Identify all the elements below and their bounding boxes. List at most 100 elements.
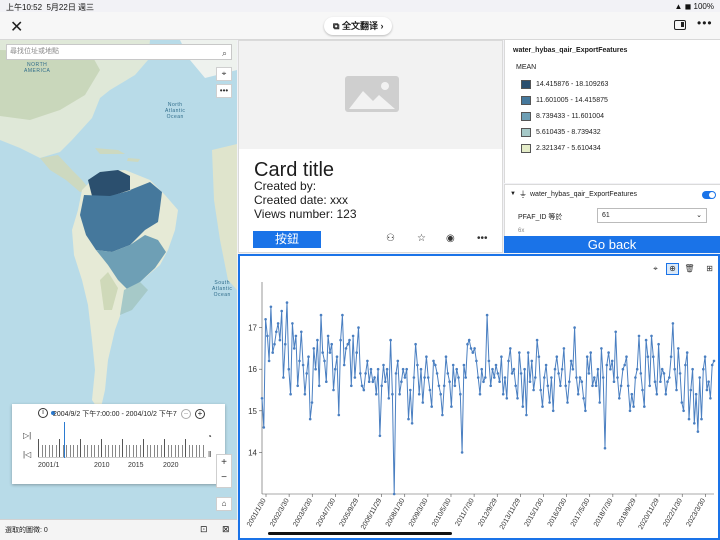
data-point bbox=[469, 347, 473, 350]
step-back-icon[interactable]: |◁ bbox=[23, 450, 31, 459]
search-input[interactable]: 尋找位址或地點 ⌕ bbox=[6, 44, 232, 60]
data-point bbox=[480, 367, 483, 371]
data-point bbox=[591, 384, 594, 388]
sidebar-toggle-icon[interactable] bbox=[674, 20, 686, 30]
data-point bbox=[494, 363, 498, 367]
data-point bbox=[426, 376, 430, 379]
line-chart[interactable]: 14 15 16 17 2001/1/30 2002/3/30 2003/5/30 2004/… bbox=[240, 256, 718, 538]
x-tick-label: 2012/9/29 bbox=[477, 497, 499, 528]
select-tool-icon[interactable]: ⌖ bbox=[216, 67, 232, 81]
data-point bbox=[310, 401, 314, 404]
time-tick bbox=[143, 439, 144, 457]
data-point bbox=[285, 301, 289, 304]
data-point bbox=[687, 417, 691, 421]
data-point bbox=[537, 355, 541, 358]
time-slider-track[interactable] bbox=[38, 422, 206, 458]
favorite-star-icon[interactable]: ☆ bbox=[417, 233, 426, 244]
chart-zoom-icon[interactable]: ⊕ bbox=[666, 263, 679, 275]
view-icon[interactable]: ◉ bbox=[446, 233, 455, 244]
filter-toggle[interactable] bbox=[702, 191, 716, 199]
time-tick bbox=[115, 445, 116, 457]
time-tick bbox=[188, 445, 190, 457]
data-point bbox=[553, 367, 557, 371]
data-point bbox=[609, 367, 612, 371]
search-icon[interactable]: ⌕ bbox=[222, 46, 227, 60]
step-forward-icon[interactable]: ▷| bbox=[23, 431, 31, 440]
data-point bbox=[335, 355, 339, 358]
filter-value-select[interactable]: 61 ⌄ bbox=[597, 208, 707, 223]
data-point bbox=[487, 359, 491, 363]
map-label-south-atlantic: South Atlantic Ocean bbox=[212, 280, 233, 298]
play-pause-icon[interactable]: ‖ bbox=[208, 450, 211, 459]
time-slider[interactable]: i 2004/9/2 下午7:00:00 - 2004/10/2 下午7 − +… bbox=[12, 404, 225, 484]
translate-button[interactable]: ⧉ 全文翻译 › bbox=[324, 17, 393, 35]
data-point bbox=[398, 392, 401, 396]
data-point bbox=[387, 397, 391, 400]
data-point bbox=[560, 367, 564, 371]
time-tick bbox=[73, 445, 74, 457]
time-tick bbox=[118, 445, 120, 457]
card-more-icon[interactable]: ••• bbox=[477, 233, 488, 244]
data-point bbox=[518, 351, 521, 354]
data-point bbox=[460, 451, 464, 454]
time-tick bbox=[146, 445, 148, 457]
data-point bbox=[712, 359, 716, 363]
playback-speed-icon[interactable]: ◔ bbox=[207, 432, 212, 441]
card-action-button[interactable]: 按鈕 bbox=[253, 231, 321, 248]
zoom-in-button[interactable]: + bbox=[217, 455, 231, 470]
info-icon[interactable]: i bbox=[38, 408, 48, 418]
data-point bbox=[305, 372, 308, 375]
time-slider-thumb[interactable] bbox=[64, 422, 65, 458]
data-point bbox=[430, 405, 433, 408]
legend-field-name: MEAN bbox=[516, 64, 537, 71]
data-point bbox=[653, 380, 657, 383]
data-point bbox=[485, 313, 489, 317]
data-point bbox=[375, 392, 378, 396]
zoom-to-selection-icon[interactable]: ⊡ bbox=[200, 524, 208, 535]
close-button[interactable]: ✕ bbox=[10, 17, 23, 37]
map-view[interactable]: 尋找位址或地點 ⌕ NORTH AMERICA North Atlantic O… bbox=[0, 40, 237, 519]
zoom-out-button[interactable]: − bbox=[217, 470, 231, 485]
data-point bbox=[539, 388, 542, 392]
data-point bbox=[260, 397, 264, 400]
data-point bbox=[601, 376, 605, 379]
data-point bbox=[493, 376, 496, 379]
y-tick-label: 17 bbox=[248, 324, 257, 333]
map-more-button[interactable]: ••• bbox=[216, 84, 232, 98]
user-icon[interactable]: ⚇ bbox=[386, 233, 395, 244]
data-point bbox=[505, 397, 509, 400]
data-point bbox=[628, 409, 632, 413]
chart-select-icon[interactable]: ⌖ bbox=[649, 263, 662, 275]
go-back-button[interactable]: Go back bbox=[504, 236, 720, 253]
data-point bbox=[625, 355, 628, 358]
more-options-button[interactable]: ••• bbox=[697, 16, 713, 30]
data-point bbox=[512, 367, 516, 371]
data-point bbox=[400, 380, 403, 383]
data-point bbox=[526, 351, 530, 354]
slider-zoom-out-icon[interactable]: − bbox=[181, 409, 191, 419]
chart-delete-icon[interactable]: 🗑 bbox=[683, 263, 696, 275]
time-tick bbox=[129, 445, 130, 457]
chevron-down-icon: ⌄ bbox=[696, 212, 702, 219]
data-point bbox=[702, 367, 705, 371]
data-point bbox=[341, 313, 344, 317]
data-point bbox=[382, 363, 385, 367]
clear-selection-icon[interactable]: ⊠ bbox=[222, 524, 230, 535]
slider-zoom-in-icon[interactable]: + bbox=[195, 409, 205, 419]
chart-grid-icon[interactable]: ⊞ bbox=[703, 263, 716, 275]
data-point bbox=[380, 384, 383, 388]
data-point bbox=[614, 330, 617, 334]
data-point bbox=[612, 380, 616, 383]
data-point bbox=[655, 392, 659, 396]
data-point bbox=[407, 417, 410, 421]
data-point bbox=[632, 405, 635, 408]
home-icon[interactable]: ⌂ bbox=[216, 497, 232, 511]
data-point bbox=[694, 392, 698, 396]
data-point bbox=[378, 434, 382, 438]
data-point bbox=[283, 342, 287, 346]
collapse-chevron-icon[interactable]: ▼ bbox=[510, 191, 516, 197]
data-point bbox=[359, 372, 362, 375]
data-point bbox=[510, 372, 514, 375]
x-tick-label: 2015/1/30 bbox=[524, 497, 546, 528]
data-point bbox=[391, 392, 394, 396]
